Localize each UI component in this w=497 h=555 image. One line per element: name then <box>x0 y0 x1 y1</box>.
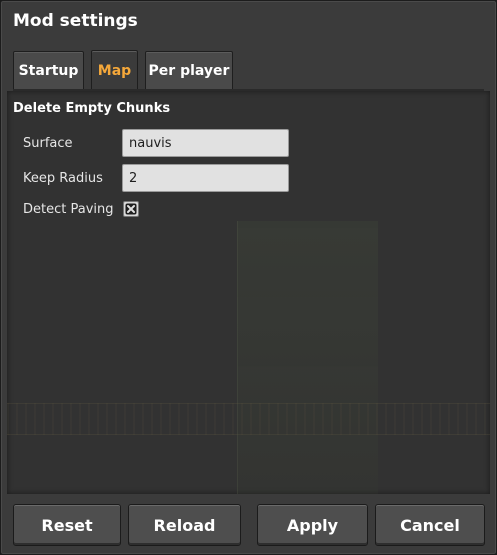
window-title: Mod settings <box>13 11 138 31</box>
tab-per-player[interactable]: Per player <box>145 51 233 89</box>
checkmark-icon <box>125 203 137 215</box>
reset-button[interactable]: Reset <box>13 504 121 546</box>
background-rails <box>7 403 490 435</box>
cancel-button[interactable]: Cancel <box>375 504 485 546</box>
keep-radius-input[interactable] <box>122 164 289 192</box>
reload-button[interactable]: Reload <box>128 504 241 546</box>
mod-settings-window: Mod settings Startup Map Per player Dele… <box>0 0 497 555</box>
tab-startup[interactable]: Startup <box>13 51 84 89</box>
section-heading: Delete Empty Chunks <box>13 101 171 116</box>
detect-paving-checkbox[interactable] <box>123 201 139 217</box>
keep-radius-label: Keep Radius <box>23 171 103 186</box>
apply-button[interactable]: Apply <box>257 504 368 546</box>
surface-input[interactable] <box>122 129 289 157</box>
button-bar: Reset Reload Apply Cancel <box>1 494 496 554</box>
tab-map[interactable]: Map <box>91 50 138 90</box>
background-scenery <box>237 221 378 494</box>
surface-label: Surface <box>23 136 73 151</box>
settings-panel: Delete Empty Chunks Surface Keep Radius … <box>7 91 490 494</box>
detect-paving-label: Detect Paving <box>23 202 114 217</box>
